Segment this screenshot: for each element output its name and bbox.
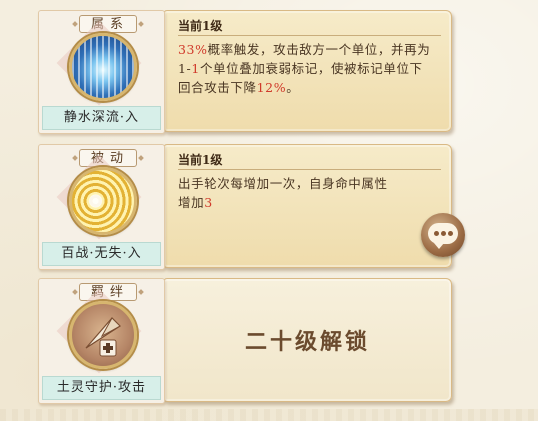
- target-crest-icon: [69, 167, 137, 235]
- skill-card-2[interactable]: 被动 百战·无失·入: [38, 144, 165, 270]
- desc-highlight: 33%: [178, 42, 208, 57]
- chat-dot: [448, 231, 453, 236]
- kite-plus-icon: [69, 301, 137, 369]
- desc-text: 个单位叠加衰弱标记，使被标记单位下回合攻击下降: [178, 61, 423, 95]
- skill-row-3: 二十级解锁 羁绊 土灵守护·攻击: [38, 278, 452, 404]
- chat-bubble-icon: [428, 223, 458, 249]
- divider: [178, 169, 441, 170]
- desc-text: 。: [286, 80, 300, 95]
- skill-row-2: 当前1级 出手轮次每增加一次，自身命中属性增加3 被动 百战·无失·入: [38, 144, 452, 270]
- desc-highlight: 3: [204, 195, 213, 210]
- desc-highlight: 1: [191, 61, 200, 76]
- desc-highlight: 12%: [256, 80, 287, 95]
- chat-dot: [434, 231, 439, 236]
- chat-button[interactable]: [421, 213, 465, 257]
- kite-plus-svg: [85, 317, 121, 357]
- skill-card-3[interactable]: 羁绊 土灵守护·攻击: [38, 278, 165, 404]
- skill-panel-1: 当前1级 33%概率触发，攻击敌方一个单位，并再为1-1个单位叠加衰弱标记，使被…: [163, 10, 452, 132]
- water-crest-icon: [69, 33, 137, 101]
- skill-name: 静水深流·入: [42, 106, 161, 130]
- skill-row-1: 当前1级 33%概率触发，攻击敌方一个单位，并再为1-1个单位叠加衰弱标记，使被…: [38, 10, 452, 134]
- skill-name: 百战·无失·入: [42, 242, 161, 266]
- skill-panel-3: 二十级解锁: [163, 278, 452, 402]
- skill-name: 土灵守护·攻击: [42, 376, 161, 400]
- locked-text: 二十级解锁: [244, 329, 370, 355]
- chat-dot: [441, 231, 446, 236]
- skill-panel-2: 当前1级 出手轮次每增加一次，自身命中属性增加3: [163, 144, 452, 268]
- bottom-strip: [0, 409, 538, 421]
- skill-description: 33%概率触发，攻击敌方一个单位，并再为1-1个单位叠加衰弱标记，使被标记单位下…: [178, 40, 433, 97]
- skill-description: 出手轮次每增加一次，自身命中属性增加3: [178, 174, 391, 212]
- divider: [178, 35, 441, 36]
- skill-level: 当前1级: [178, 153, 223, 167]
- skill-card-1[interactable]: 属系 静水深流·入: [38, 10, 165, 134]
- skill-level: 当前1级: [178, 19, 223, 33]
